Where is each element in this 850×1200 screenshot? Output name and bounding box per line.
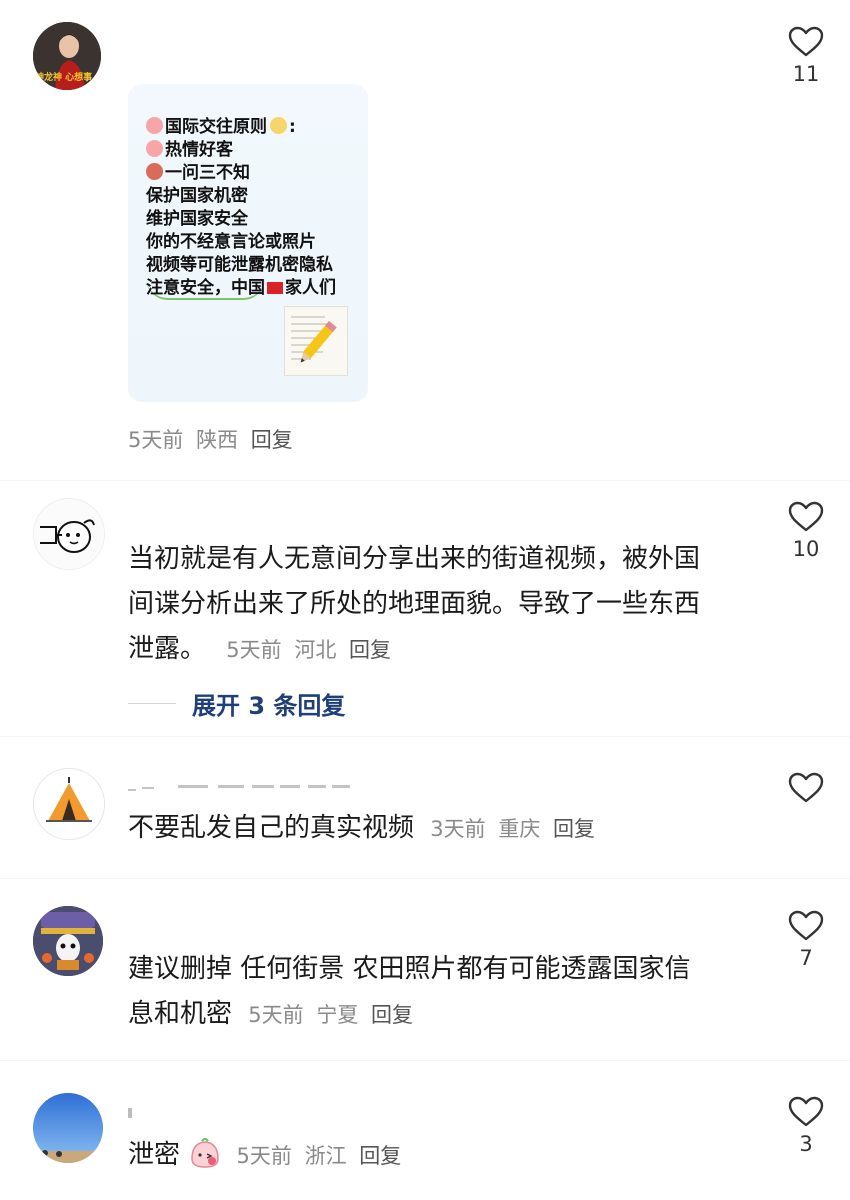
heart-icon	[788, 910, 824, 941]
card-line: 维护国家安全	[146, 209, 248, 229]
comment-line: 不要乱发自己的真实视频	[128, 813, 415, 843]
card-line: 一问三不知	[165, 163, 250, 183]
like-button[interactable]: 7	[784, 910, 828, 972]
comment-line: 泄露。	[128, 634, 207, 664]
like-count: 3	[799, 1132, 813, 1156]
avatar-image	[33, 906, 103, 976]
heart-icon	[788, 501, 824, 532]
comment-time: 5天前	[128, 428, 184, 452]
china-flag-icon	[267, 282, 283, 294]
comment-meta: 5天前 宁夏 回复	[248, 1003, 413, 1027]
comment-text: 建议删掉 任何街景 农田照片都有可能透露国家信 息和机密 5天前 宁夏 回复	[128, 947, 768, 1038]
divider	[0, 1060, 850, 1061]
like-count: 7	[799, 946, 813, 970]
like-button[interactable]	[784, 772, 828, 804]
card-line: 国际交往原则	[165, 117, 267, 137]
heart-icon	[788, 1096, 824, 1127]
comment-time: 5天前	[248, 1003, 304, 1027]
comment-time: 3天前	[430, 817, 486, 841]
comment-meta: 5天前 陕西 回复	[128, 424, 293, 454]
comment-line: 当初就是有人无意间分享出来的街道视频，被外国	[128, 544, 701, 574]
expand-replies[interactable]: 展开 3 条回复	[128, 686, 345, 720]
comment-line: 泄密	[128, 1140, 181, 1170]
username-partial	[128, 1108, 132, 1118]
card-line: 注意安全，中国	[146, 278, 265, 300]
reply-button[interactable]: 回复	[359, 1144, 401, 1168]
card-line: 视频等可能泄露机密隐私	[146, 255, 333, 275]
comment-line: 间谍分析出来了所处的地理面貌。导致了一些东西	[128, 589, 701, 619]
avatar[interactable]	[33, 768, 105, 840]
card-line: 保护国家机密	[146, 186, 248, 206]
comment-line: 息和机密	[128, 999, 233, 1029]
avatar[interactable]: 神龙神 心想事	[33, 22, 101, 90]
emoji-icon	[270, 117, 287, 134]
username-partial	[128, 778, 428, 792]
comment-location: 宁夏	[316, 1003, 359, 1027]
emoji-icon	[146, 117, 163, 134]
divider	[0, 736, 850, 737]
card-colon: :	[289, 117, 296, 137]
like-count: 11	[792, 62, 820, 86]
comment-text: 不要乱发自己的真实视频 3天前 重庆 回复	[128, 806, 595, 852]
avatar-caption: 神龙神 心想事	[35, 73, 93, 83]
comment-location: 重庆	[498, 817, 541, 841]
comment-location: 浙江	[304, 1144, 347, 1168]
reply-button[interactable]: 回复	[251, 428, 293, 452]
reply-button[interactable]: 回复	[349, 638, 391, 662]
like-button[interactable]: 11	[784, 26, 828, 88]
avatar[interactable]	[33, 906, 103, 976]
card-line: 你的不经意言论或照片	[146, 232, 316, 252]
reply-button[interactable]: 回复	[553, 817, 595, 841]
comment-text: 当初就是有人无意间分享出来的街道视频，被外国 间谍分析出来了所处的地理面貌。导致…	[128, 537, 768, 673]
avatar-image	[34, 499, 104, 569]
comment-image[interactable]: 国际交往原则: 热情好客 一问三不知 保护国家机密 维护国家安全 你的不经意言论…	[128, 84, 368, 402]
avatar-image	[33, 1093, 103, 1163]
like-button[interactable]: 10	[784, 501, 828, 563]
tent-icon	[34, 769, 104, 839]
kiss-emoji-icon	[188, 1137, 222, 1169]
emoji-icon	[146, 140, 163, 157]
avatar[interactable]	[33, 1093, 103, 1163]
divider	[0, 480, 850, 481]
like-button[interactable]: 3	[784, 1096, 828, 1158]
comment-location: 陕西	[196, 428, 239, 452]
comment-meta: 5天前 浙江 回复	[237, 1144, 402, 1168]
comment-location: 河北	[294, 638, 337, 662]
comment-meta: 5天前 河北 回复	[226, 638, 391, 662]
comment-text: 泄密 5天前 浙江 回复	[128, 1133, 401, 1179]
like-count: 10	[792, 537, 820, 561]
card-line: 热情好客	[165, 140, 233, 160]
expand-line	[128, 702, 176, 704]
emoji-icon	[146, 163, 163, 180]
divider	[0, 878, 850, 879]
expand-replies-label[interactable]: 展开 3 条回复	[192, 686, 345, 721]
comment-line: 建议删掉 任何街景 农田照片都有可能透露国家信	[128, 954, 691, 984]
memo-pencil-icon	[284, 306, 348, 376]
avatar[interactable]	[33, 498, 105, 570]
reply-button[interactable]: 回复	[371, 1003, 413, 1027]
card-line: 家人们	[285, 278, 336, 298]
heart-icon	[788, 26, 824, 57]
comment-meta: 3天前 重庆 回复	[430, 817, 595, 841]
comment-time: 5天前	[236, 1144, 292, 1168]
heart-icon	[788, 772, 824, 803]
comment-time: 5天前	[226, 638, 282, 662]
